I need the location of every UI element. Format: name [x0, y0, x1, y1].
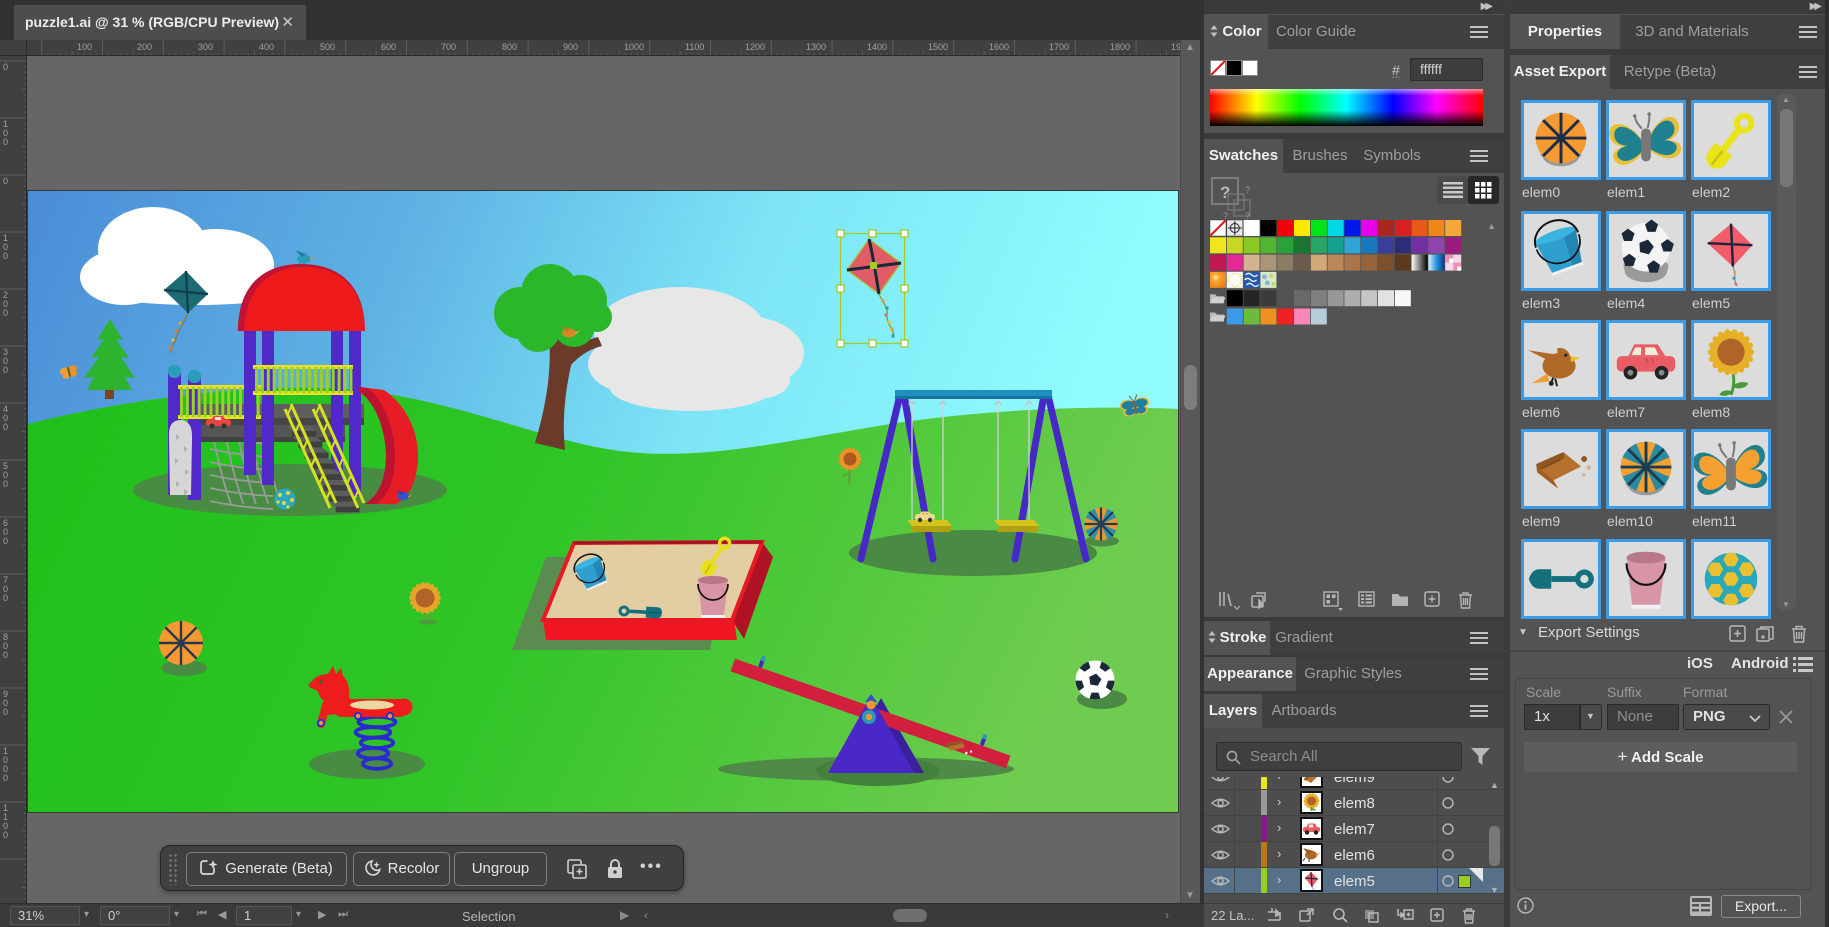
svg-text:?: ?	[1245, 185, 1250, 195]
svg-text:?: ?	[1220, 183, 1230, 202]
